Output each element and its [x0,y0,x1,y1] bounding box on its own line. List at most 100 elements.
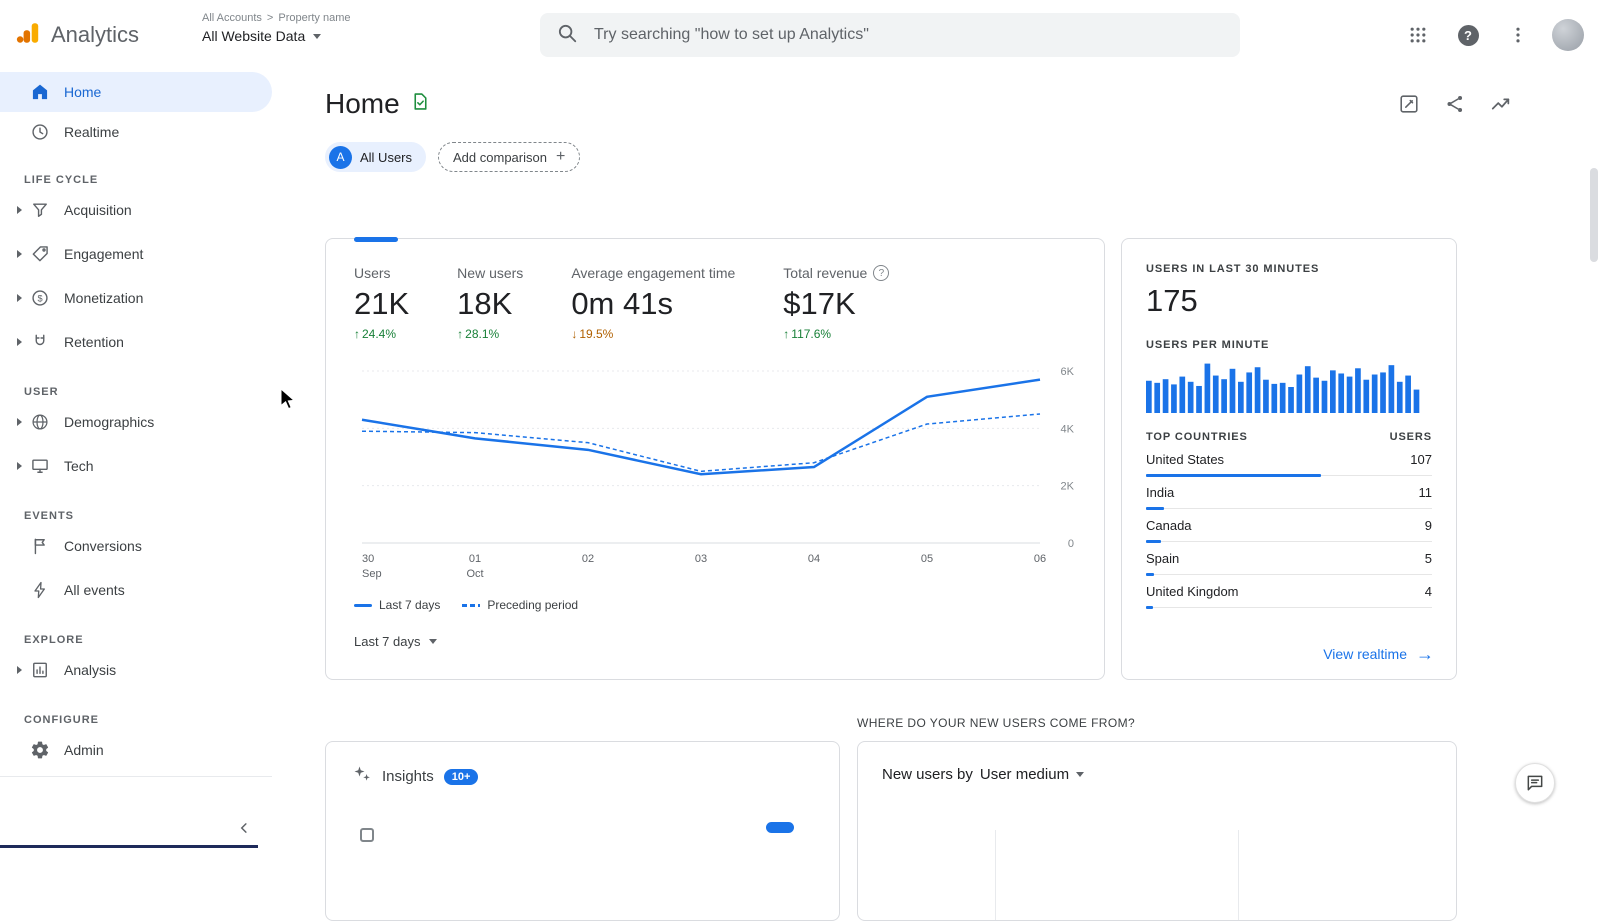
insights-header: Insights 10+ [326,742,839,789]
expand-caret[interactable] [8,338,30,346]
dimension-selector[interactable]: New users by User medium [858,742,1108,783]
chat-bubble-icon [1527,775,1543,791]
monetization-icon: $ [30,288,50,308]
users-line-chart[interactable]: 0 2K 4K 6K 30 Sep 01 Oct 02 03 04 05 06 [354,357,1076,594]
users-per-minute-label: USERS PER MINUTE [1146,339,1270,351]
svg-text:04: 04 [808,553,820,565]
clock-icon [30,122,50,142]
section-title-life-cycle: LIFE CYCLE [24,174,99,186]
chevron-left-icon [240,823,247,833]
insights-button[interactable] [1487,90,1515,118]
expand-caret[interactable] [8,666,30,674]
add-comparison-label: Add comparison [453,149,547,165]
property-selector[interactable]: All Website Data [202,28,351,44]
sidebar-item-home[interactable]: Home [0,72,272,112]
breadcrumb-property-name[interactable]: Property name [278,12,350,24]
realtime-card: USERS IN LAST 30 MINUTES 175 USERS PER M… [1121,238,1457,680]
all-users-chip[interactable]: A All Users [325,142,427,172]
sidebar-item-realtime[interactable]: Realtime [0,112,272,152]
view-realtime-link[interactable]: View realtime → [1323,645,1434,663]
search-bar[interactable] [540,13,1240,57]
sidebar-item-demographics[interactable]: Demographics [0,400,272,444]
main-content: Home A All Users Add comparison + Users … [272,70,1600,921]
left-navigation: Home Realtime LIFE CYCLE Acquisition Eng… [0,70,272,848]
metric-avg-engagement-time[interactable]: Average engagement time 0m 41s ↓ 19.5% [571,265,735,341]
insights-title: Insights [382,768,434,785]
svg-text:30: 30 [362,553,374,565]
svg-text:2K: 2K [1061,481,1075,493]
svg-text:06: 06 [1034,553,1046,565]
home-icon [30,82,50,102]
expand-caret[interactable] [8,418,30,426]
chevron-down-icon [313,33,322,39]
all-events-icon [30,580,50,600]
configure-section: CONFIGURE Admin [0,714,272,777]
expand-caret[interactable] [8,462,30,470]
sidebar-item-monetization[interactable]: $ Monetization [0,276,272,320]
feedback-chat-button[interactable] [1515,763,1555,803]
customize-report-button[interactable] [1395,90,1423,118]
sidebar-item-conversions[interactable]: Conversions [0,524,272,568]
insights-count-badge[interactable]: 10+ [443,768,479,785]
top-countries-header: TOP COUNTRIES USERS [1146,431,1432,443]
acquisition-icon [30,200,50,220]
analytics-logo-icon [16,20,42,51]
apps-grid-button[interactable] [1398,15,1438,55]
date-range-selector[interactable]: Last 7 days [354,634,437,649]
chevron-right-icon [16,206,22,214]
help-icon: ? [1457,24,1479,46]
legend-last-7-days: Last 7 days [354,598,440,612]
expand-caret[interactable] [8,294,30,302]
info-icon[interactable]: ? [873,265,890,281]
collapse-sidebar-button[interactable] [230,814,258,842]
sidebar-item-engagement[interactable]: Engagement [0,232,272,276]
chevron-down-icon [1076,772,1085,777]
share-button[interactable] [1441,90,1469,118]
engagement-icon [30,244,50,264]
breadcrumb-all-accounts[interactable]: All Accounts [202,12,262,24]
analytics-logo[interactable]: Analytics [16,0,139,70]
insights-card: Insights 10+ [325,741,840,921]
svg-text:02: 02 [582,553,594,565]
up-arrow-icon: ↑ [457,327,464,341]
more-options-button[interactable] [1498,15,1538,55]
vertical-scrollbar-thumb[interactable] [1590,168,1598,262]
flag-icon [30,536,50,556]
metric-new-users[interactable]: New users 18K ↑ 28.1% [457,265,523,341]
line-chart-svg[interactable]: 0 2K 4K 6K 30 Sep 01 Oct 02 03 04 05 06 [354,357,1078,589]
legend-preceding-period: Preceding period [462,598,578,612]
svg-text:03: 03 [695,553,707,565]
metric-users[interactable]: Users 21K ↑ 24.4% [354,265,409,341]
search-icon [556,22,578,49]
svg-text:Sep: Sep [362,568,382,580]
customize-report-icon [1400,95,1418,113]
chevron-right-icon [16,338,22,346]
search-input[interactable] [592,25,1224,45]
sidebar-item-retention[interactable]: Retention [0,320,272,364]
svg-text:6K: 6K [1061,366,1075,378]
expand-caret[interactable] [8,250,30,258]
help-button[interactable]: ? [1448,15,1488,55]
country-share-bar [1146,606,1153,609]
devices-icon [30,456,50,476]
sidebar-item-acquisition[interactable]: Acquisition [0,188,272,232]
report-status-icon[interactable] [410,91,431,117]
chevron-right-icon [16,666,22,674]
add-comparison-chip[interactable]: Add comparison + [438,142,581,172]
account-button[interactable] [1548,15,1588,55]
expand-caret[interactable] [8,206,30,214]
report-actions [1395,90,1515,118]
property-selector-label: All Website Data [202,28,306,44]
sidebar-item-all-events[interactable]: All events [0,568,272,612]
svg-text:$: $ [37,293,42,303]
svg-text:05: 05 [921,553,933,565]
comparison-chips: A All Users Add comparison + [325,142,581,172]
product-name: Analytics [51,22,140,47]
sidebar-item-analysis[interactable]: Analysis [0,648,272,692]
page-title: Home [325,88,400,119]
metric-total-revenue[interactable]: Total revenue? $17K ↑ 117.6% [783,265,890,341]
sidebar-item-tech[interactable]: Tech [0,444,272,488]
sidebar-item-admin[interactable]: Admin [0,728,272,772]
new-users-card: New users by User medium [857,741,1457,921]
chevron-right-icon [16,294,22,302]
